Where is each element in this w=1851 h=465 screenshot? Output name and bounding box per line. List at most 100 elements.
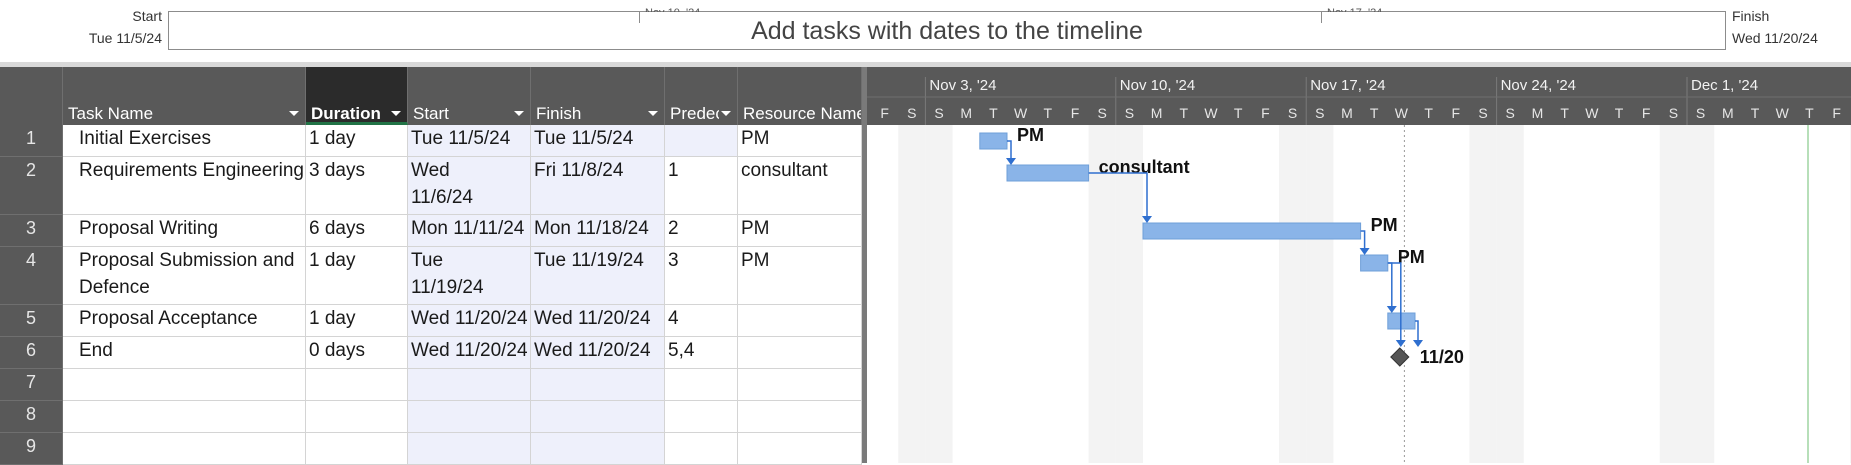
task-name-cell[interactable]: Requirements Engineering bbox=[63, 157, 306, 215]
task-name-cell[interactable] bbox=[63, 433, 306, 465]
duration-cell[interactable] bbox=[306, 369, 408, 401]
predecessors-cell[interactable] bbox=[665, 125, 738, 157]
finish-cell[interactable] bbox=[531, 369, 665, 401]
row-number[interactable]: 4 bbox=[0, 247, 63, 305]
finish-cell[interactable]: Wed 11/20/24 bbox=[531, 305, 665, 337]
table-row[interactable]: 8 bbox=[0, 401, 862, 433]
finish-cell[interactable]: Tue 11/5/24 bbox=[531, 125, 665, 157]
timeline-finish-label: Finish bbox=[1732, 8, 1770, 24]
finish-cell[interactable]: Fri 11/8/24 bbox=[531, 157, 665, 215]
finish-cell[interactable]: Wed 11/20/24 bbox=[531, 337, 665, 369]
resource-cell[interactable] bbox=[738, 433, 862, 465]
filter-dropdown-icon[interactable] bbox=[514, 111, 524, 116]
start-cell[interactable]: Wed 11/20/24 bbox=[408, 337, 531, 369]
predecessors-cell[interactable]: 3 bbox=[665, 247, 738, 305]
column-header-task-name[interactable]: Task Name bbox=[63, 67, 306, 125]
resource-cell[interactable]: PM bbox=[738, 125, 862, 157]
predecessors-cell[interactable]: 1 bbox=[665, 157, 738, 215]
gantt-svg[interactable]: Nov 3, '24 Nov 10, '24 Nov 17, '24 Nov 24, … bbox=[867, 67, 1851, 463]
finish-cell[interactable] bbox=[531, 401, 665, 433]
table-row[interactable]: 4 Proposal Submission and Defence 1 day … bbox=[0, 247, 862, 305]
timeline-bar[interactable]: Nov 10, '24 Nov 17, '24 Add tasks with d… bbox=[168, 8, 1726, 50]
milestone-diamond[interactable] bbox=[1390, 347, 1410, 367]
duration-cell[interactable]: 1 day bbox=[306, 247, 408, 305]
predecessors-cell[interactable]: 2 bbox=[665, 215, 738, 247]
task-name-cell[interactable] bbox=[63, 369, 306, 401]
row-number[interactable]: 7 bbox=[0, 369, 63, 401]
day-letter: T bbox=[1615, 105, 1624, 121]
row-number[interactable]: 3 bbox=[0, 215, 63, 247]
task-sheet[interactable]: Task Name Duration Start Finish Predeces… bbox=[0, 67, 862, 465]
row-number[interactable]: 2 bbox=[0, 157, 63, 215]
row-number[interactable]: 6 bbox=[0, 337, 63, 369]
row-number[interactable]: 8 bbox=[0, 401, 63, 433]
resource-cell[interactable] bbox=[738, 337, 862, 369]
column-header-predecessors[interactable]: Predecessors bbox=[665, 67, 738, 125]
table-row[interactable]: 3 Proposal Writing 6 days Mon 11/11/24 M… bbox=[0, 215, 862, 247]
table-row[interactable]: 9 bbox=[0, 433, 862, 465]
finish-cell[interactable]: Mon 11/18/24 bbox=[531, 215, 665, 247]
resource-cell[interactable]: PM bbox=[738, 247, 862, 305]
link-arrowhead bbox=[1413, 340, 1423, 347]
duration-cell[interactable]: 0 days bbox=[306, 337, 408, 369]
start-cell[interactable]: Tue 11/5/24 bbox=[408, 125, 531, 157]
table-row[interactable]: 1 Initial Exercises 1 day Tue 11/5/24 Tu… bbox=[0, 125, 862, 157]
column-header-start[interactable]: Start bbox=[408, 67, 531, 125]
row-number[interactable]: 9 bbox=[0, 433, 63, 465]
table-row[interactable]: 2 Requirements Engineering 3 days Wed 11… bbox=[0, 157, 862, 215]
week-label: Nov 10, '24 bbox=[1120, 77, 1195, 94]
column-header-finish[interactable]: Finish bbox=[531, 67, 665, 125]
table-row[interactable]: 5 Proposal Acceptance 1 day Wed 11/20/24… bbox=[0, 305, 862, 337]
duration-cell[interactable] bbox=[306, 433, 408, 465]
task-name-cell[interactable]: Proposal Writing bbox=[63, 215, 306, 247]
timeline-pane[interactable]: Start Tue 11/5/24 Nov 10, '24 Nov 17, '2… bbox=[0, 0, 1851, 63]
row-number[interactable]: 1 bbox=[0, 125, 63, 157]
filter-dropdown-icon[interactable] bbox=[391, 111, 401, 116]
gantt-chart[interactable]: Nov 3, '24 Nov 10, '24 Nov 17, '24 Nov 24, … bbox=[867, 67, 1851, 463]
task-name-cell[interactable]: Proposal Acceptance bbox=[63, 305, 306, 337]
duration-cell[interactable]: 1 day bbox=[306, 305, 408, 337]
task-bar[interactable] bbox=[979, 132, 1008, 150]
filter-dropdown-icon[interactable] bbox=[648, 111, 658, 116]
task-bar[interactable] bbox=[1006, 164, 1090, 182]
row-number[interactable]: 5 bbox=[0, 305, 63, 337]
predecessors-cell[interactable] bbox=[665, 369, 738, 401]
resource-cell[interactable] bbox=[738, 401, 862, 433]
filter-dropdown-icon[interactable] bbox=[289, 111, 299, 116]
filter-dropdown-icon[interactable] bbox=[721, 111, 731, 116]
duration-cell[interactable]: 1 day bbox=[306, 125, 408, 157]
finish-cell[interactable]: Tue 11/19/24 bbox=[531, 247, 665, 305]
resource-cell[interactable] bbox=[738, 369, 862, 401]
predecessors-cell[interactable]: 5,4 bbox=[665, 337, 738, 369]
select-all-corner[interactable] bbox=[0, 67, 63, 125]
resource-cell[interactable]: PM bbox=[738, 215, 862, 247]
predecessors-cell[interactable] bbox=[665, 433, 738, 465]
link-arrowhead bbox=[1359, 248, 1370, 255]
resource-cell[interactable] bbox=[738, 305, 862, 337]
task-name-cell[interactable]: Proposal Submission and Defence bbox=[63, 247, 306, 305]
start-cell[interactable]: Wed 11/6/24 bbox=[408, 157, 531, 215]
start-cell[interactable]: Tue 11/19/24 bbox=[408, 247, 531, 305]
start-cell[interactable] bbox=[408, 401, 531, 433]
start-cell[interactable] bbox=[408, 433, 531, 465]
table-row[interactable]: 6 End 0 days Wed 11/20/24 Wed 11/20/24 5… bbox=[0, 337, 862, 369]
task-name-cell[interactable] bbox=[63, 401, 306, 433]
task-bar[interactable] bbox=[1360, 254, 1389, 272]
task-bar[interactable] bbox=[1142, 222, 1362, 240]
duration-cell[interactable]: 6 days bbox=[306, 215, 408, 247]
table-row[interactable]: 7 bbox=[0, 369, 862, 401]
task-name-cell[interactable]: Initial Exercises bbox=[63, 125, 306, 157]
duration-cell[interactable]: 3 days bbox=[306, 157, 408, 215]
start-cell[interactable]: Mon 11/11/24 bbox=[408, 215, 531, 247]
task-name-cell[interactable]: End bbox=[63, 337, 306, 369]
start-cell[interactable] bbox=[408, 369, 531, 401]
predecessors-cell[interactable] bbox=[665, 401, 738, 433]
finish-cell[interactable] bbox=[531, 433, 665, 465]
day-letter: M bbox=[1722, 105, 1734, 121]
predecessors-cell[interactable]: 4 bbox=[665, 305, 738, 337]
resource-cell[interactable]: consultant bbox=[738, 157, 862, 215]
duration-cell[interactable] bbox=[306, 401, 408, 433]
column-header-resource-names[interactable]: Resource Names bbox=[738, 67, 862, 125]
column-header-duration[interactable]: Duration bbox=[306, 67, 408, 125]
start-cell[interactable]: Wed 11/20/24 bbox=[408, 305, 531, 337]
